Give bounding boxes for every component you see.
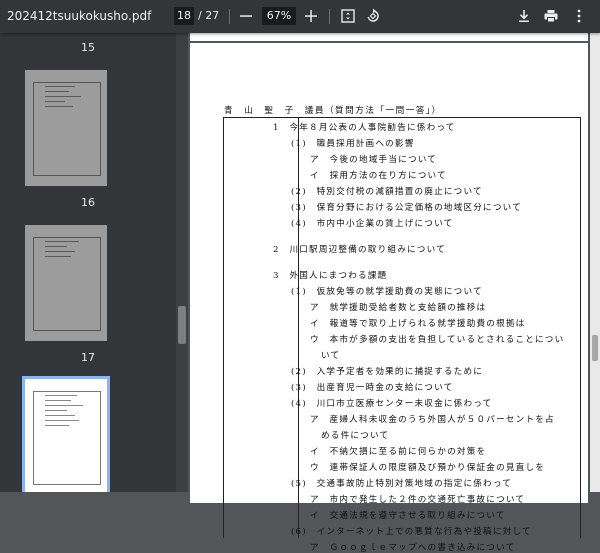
document-line: (2) 入学予定者を効果的に捕捉するために [291, 367, 484, 377]
sidebar-scrollbar-track[interactable] [176, 33, 188, 492]
main-scrollbar-thumb[interactable] [592, 335, 598, 361]
rotate-button[interactable] [363, 6, 383, 26]
document-viewer: 青 山 聖 子 議員（質問方法「一問一答」） 1 今年８月公表の人事院勧告に係わ… [188, 33, 600, 553]
document-line: (3) 出産育児一時金の支給について [291, 383, 454, 393]
zoom-out-button[interactable] [236, 6, 256, 26]
plus-icon [305, 10, 317, 22]
more-options-button[interactable] [569, 6, 589, 26]
fit-page-icon [341, 9, 355, 23]
document-line: 3 外国人にまつわる課題 [273, 271, 388, 281]
document-title: 202412tsuukokusho.pdf [7, 9, 152, 23]
document-line: ウ 連帯保証人の限度額及び預かり保証金の見直しを [310, 463, 546, 473]
print-button[interactable] [541, 6, 561, 26]
thumbnail-label: 17 [81, 351, 95, 364]
document-line: イ 不納欠損に至る前に何らかの対策を [310, 447, 487, 457]
more-vert-icon [577, 9, 581, 23]
document-line: (5) 交通事故防止特別対策地域の指定に係わって [291, 479, 513, 489]
zoom-in-button[interactable] [301, 6, 321, 26]
document-line: ア 市内で発生した２件の交通死亡事故について [310, 495, 526, 505]
page-thumbnail-16[interactable] [25, 70, 107, 186]
document-line: ウ 本市が多額の支出を負担しているとされることについ [310, 335, 565, 345]
document-line: イ 交通法規を遵守させる取り組みについて [310, 511, 506, 521]
document-line: (1) 仮放免等の就学援助費の実態について [291, 287, 483, 297]
page-number-input[interactable]: 18 [174, 7, 194, 25]
page-total: / 27 [198, 9, 220, 22]
document-line: める件について [321, 431, 390, 441]
page-thumbnail-18[interactable] [22, 376, 110, 492]
document-line: イ 採用方法の在り方について [310, 171, 447, 181]
toolbar-divider [329, 9, 330, 24]
table-divider [298, 118, 299, 538]
main-scrollbar-track[interactable] [590, 33, 600, 492]
document-line: イ 報道等で取り上げられる就学援助費の根拠は [310, 319, 526, 329]
zoom-level-input[interactable]: 67% [262, 7, 296, 25]
page-thumbnail-17[interactable] [25, 225, 107, 341]
thumbnail-sidebar: 15 16 17 [0, 33, 176, 492]
thumbnail-text [45, 86, 85, 111]
sidebar-scrollbar-thumb[interactable] [178, 306, 186, 344]
document-line: (1) 職員採用計画への影響 [291, 139, 415, 149]
thumbnail-label: 16 [81, 196, 95, 209]
document-line: ア Ｇｏｏｇｌｅマップへの書き込みについて [310, 543, 516, 553]
thumbnail-label: 15 [81, 41, 95, 54]
pdf-page: 青 山 聖 子 議員（質問方法「一問一答」） 1 今年８月公表の人事院勧告に係わ… [190, 43, 588, 553]
document-line: ア 産婦人科未収金のうち外国人が５０パーセントを占 [310, 415, 555, 425]
download-button[interactable] [514, 6, 534, 26]
thumbnail-text [45, 395, 85, 430]
thumbnail-text [45, 241, 85, 261]
document-line: (4) 市内中小企業の賃上げについて [291, 219, 454, 229]
document-line: いて [321, 351, 341, 361]
document-line: (2) 特別交付税の減額措置の廃止について [291, 187, 483, 197]
question-heading: 青 山 聖 子 議員（質問方法「一問一答」） [224, 106, 442, 116]
minus-icon [240, 15, 252, 17]
document-line: 1 今年８月公表の人事院勧告に係わって [273, 123, 456, 133]
fit-to-page-button[interactable] [338, 6, 358, 26]
document-line: (4) 川口市立医療センター未収金に係わって [291, 399, 493, 409]
document-line: ア 就学援助受給者数と支給額の推移は [310, 303, 487, 313]
previous-page-edge [190, 33, 588, 41]
rotate-icon [367, 8, 379, 22]
pdf-toolbar: 202412tsuukokusho.pdf 18 / 27 67% [0, 0, 600, 33]
document-line: ア 今後の地域手当について [310, 155, 438, 165]
download-icon [519, 10, 529, 22]
document-line: 2 川口駅周辺整備の取り組みについて [273, 245, 446, 255]
toolbar-divider [229, 9, 230, 24]
document-line: (3) 保育分野における公定価格の地域区分について [291, 203, 522, 213]
printer-icon [544, 10, 558, 23]
document-line: (6) インターネット上での悪質な行為や投稿に対して [291, 527, 532, 537]
